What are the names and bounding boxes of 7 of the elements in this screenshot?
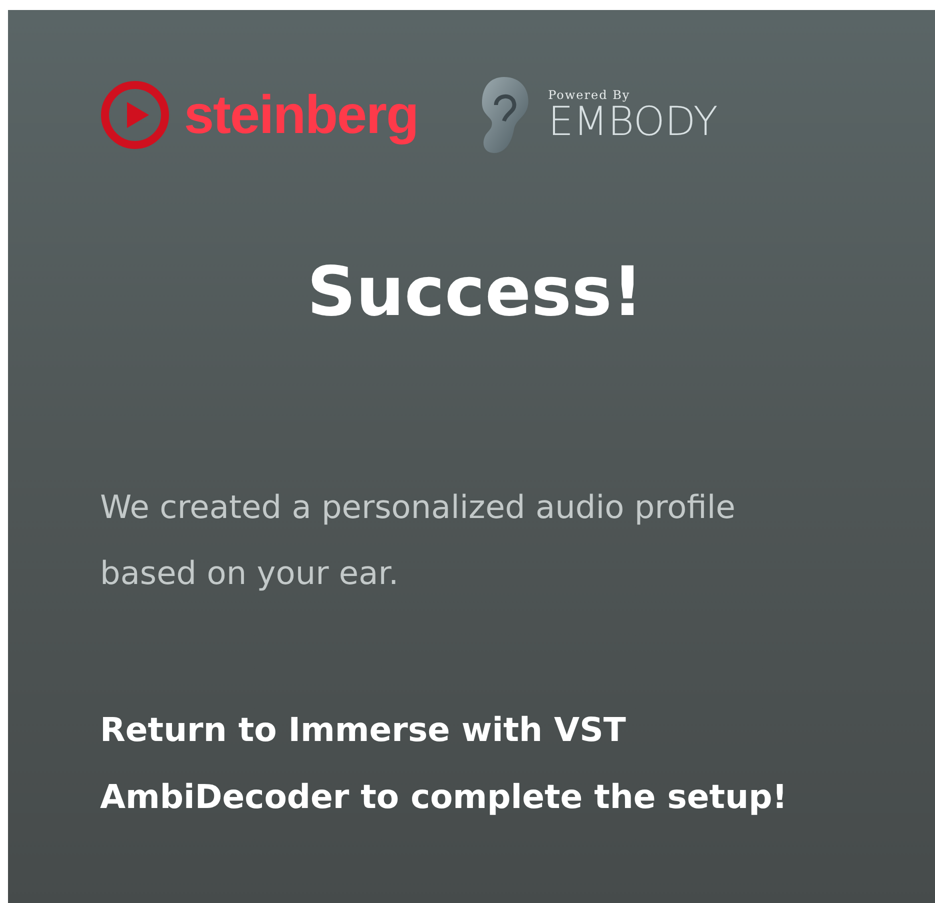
play-circle-icon bbox=[100, 80, 170, 150]
brand-name: EMBODY bbox=[548, 102, 718, 142]
brand-name: steinberg bbox=[184, 88, 418, 142]
powered-by-label: Powered By bbox=[548, 88, 632, 102]
message-text: We created a personalized audio profile based on your ear. bbox=[100, 486, 736, 594]
instruction-text: Return to Immerse with VST AmbiDecoder to complete the setup! bbox=[100, 708, 788, 818]
success-title: Success! bbox=[306, 252, 644, 334]
